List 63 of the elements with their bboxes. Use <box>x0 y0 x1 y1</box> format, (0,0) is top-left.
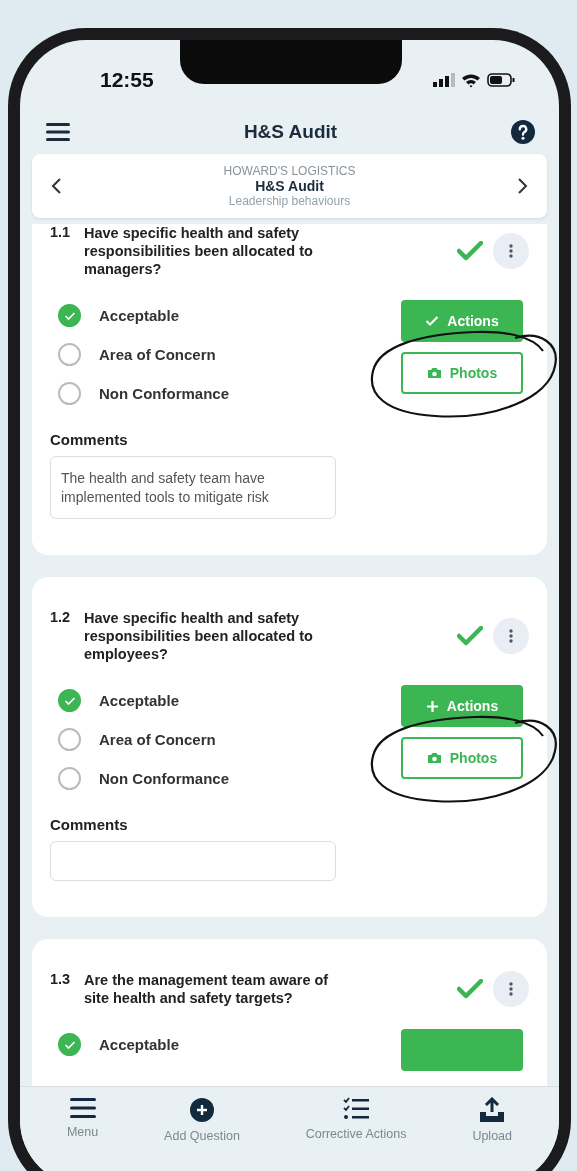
nav-item[interactable]: Add Question <box>164 1097 240 1171</box>
question-text: Have specific health and safety responsibilities been allocated to employees? <box>84 608 314 664</box>
add-icon <box>189 1097 215 1123</box>
wifi-icon <box>461 72 481 88</box>
comments-label: Comments <box>50 431 129 449</box>
radio-button[interactable] <box>58 304 81 328</box>
actions-button[interactable] <box>401 1029 523 1072</box>
more-icon <box>509 982 513 997</box>
nav-item[interactable]: Upload <box>472 1097 512 1171</box>
photos-button[interactable]: Photos <box>401 737 523 780</box>
actions-button[interactable]: Actions <box>401 300 523 343</box>
option-label: Area of Concern <box>99 731 216 749</box>
upload-icon <box>478 1097 507 1123</box>
comments-label: Comments <box>50 816 129 834</box>
help-icon[interactable] <box>511 120 535 144</box>
question-number: 1.2 <box>50 608 72 625</box>
question-text: Have specific health and safety responsibilities been allocated to managers? <box>84 224 314 279</box>
more-icon <box>509 244 513 259</box>
nav-item[interactable]: Corrective Actions <box>305 1097 407 1171</box>
comments-field[interactable] <box>50 841 336 882</box>
company-name: HOWARD'S LOGISTICS <box>223 164 356 178</box>
signal-icon <box>433 73 455 87</box>
battery-icon <box>487 73 515 87</box>
app-title: H&S Audit <box>243 121 338 143</box>
camera-icon <box>426 752 442 765</box>
status-time: 12:55 <box>100 68 154 92</box>
radio-button[interactable] <box>58 343 81 367</box>
tick-icon <box>425 315 440 328</box>
radio-button[interactable] <box>58 689 81 713</box>
option-label: Non Conformance <box>99 385 229 403</box>
section-name: Leadership behaviours <box>228 194 351 208</box>
audit-title: H&S Audit <box>255 178 324 194</box>
question-number: 1.3 <box>50 971 72 988</box>
previous-icon[interactable] <box>50 177 62 195</box>
checklist-icon <box>343 1097 370 1121</box>
option-label: Non Conformance <box>99 770 229 788</box>
plus-icon <box>425 699 439 713</box>
next-icon[interactable] <box>517 177 529 195</box>
more-button[interactable] <box>493 233 529 270</box>
option-label: Acceptable <box>99 1036 180 1054</box>
comment-text: The health and safety team have implemented tools to mitigate risk <box>61 470 269 505</box>
radio-button[interactable] <box>58 728 81 752</box>
more-button[interactable] <box>493 971 529 1008</box>
nav-item[interactable]: Menu <box>66 1097 99 1171</box>
radio-button[interactable] <box>58 767 81 791</box>
tick-icon <box>63 310 76 321</box>
question-number: 1.1 <box>50 224 72 240</box>
tick-icon <box>63 695 76 706</box>
option-label: Acceptable <box>99 307 180 325</box>
photos-button[interactable]: Photos <box>401 352 523 395</box>
actions-button[interactable]: Actions <box>401 685 523 728</box>
radio-button[interactable] <box>58 1033 81 1057</box>
menu-icon[interactable] <box>46 123 70 141</box>
more-icon <box>509 628 513 643</box>
tick-icon <box>63 1039 76 1050</box>
question-text: Are the management team aware of site health and safety targets? <box>84 971 330 1008</box>
more-button[interactable] <box>493 617 529 654</box>
option-label: Area of Concern <box>99 346 216 364</box>
option-label: Acceptable <box>99 692 180 710</box>
radio-button[interactable] <box>58 382 81 406</box>
menu-icon <box>69 1097 96 1119</box>
camera-icon <box>426 367 442 380</box>
comments-field[interactable]: The health and safety team have implemented tools to mitigate risk <box>50 456 336 519</box>
